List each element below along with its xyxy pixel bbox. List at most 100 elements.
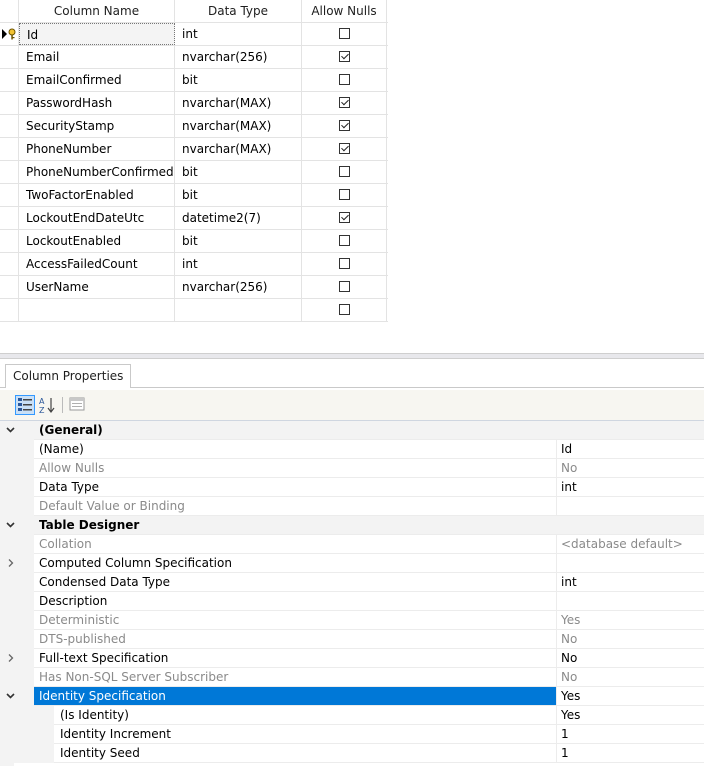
column-name-cell[interactable]: PhoneNumber [19, 138, 175, 160]
property-value[interactable]: 1 [556, 725, 704, 743]
property-row[interactable]: (Name) Id [14, 440, 704, 459]
pane-splitter[interactable] [0, 353, 704, 359]
property-pages-icon[interactable] [68, 395, 88, 415]
property-value[interactable]: 1 [556, 744, 704, 762]
property-row[interactable]: Deterministic Yes [14, 611, 704, 630]
allow-nulls-checkbox[interactable] [338, 212, 350, 223]
property-category[interactable]: (General) [6, 421, 704, 440]
allow-nulls-checkbox[interactable] [338, 304, 350, 315]
property-value[interactable] [556, 497, 704, 515]
categorized-icon[interactable] [15, 395, 35, 415]
row-selector[interactable] [0, 299, 19, 321]
header-data-type[interactable]: Data Type [175, 0, 302, 22]
property-row[interactable]: Default Value or Binding [14, 497, 704, 516]
property-row[interactable]: Identity Specification Yes [6, 687, 704, 706]
row-selector[interactable] [0, 138, 19, 160]
data-type-cell[interactable]: nvarchar(MAX) [175, 138, 302, 160]
data-type-cell[interactable]: bit [175, 184, 302, 206]
table-row[interactable]: PhoneNumber nvarchar(MAX) [0, 138, 388, 161]
allow-nulls-checkbox[interactable] [338, 235, 350, 246]
header-column-name[interactable]: Column Name [19, 0, 175, 22]
row-selector[interactable] [0, 115, 19, 137]
allow-nulls-checkbox[interactable] [338, 189, 350, 200]
tab-column-properties[interactable]: Column Properties [5, 364, 132, 388]
allow-nulls-checkbox[interactable] [338, 166, 350, 177]
table-row[interactable]: LockoutEndDateUtc datetime2(7) [0, 207, 388, 230]
data-type-cell[interactable]: bit [175, 69, 302, 91]
property-value[interactable]: int [556, 573, 704, 591]
data-type-cell[interactable]: nvarchar(MAX) [175, 115, 302, 137]
property-row[interactable]: Allow Nulls No [14, 459, 704, 478]
row-selector[interactable] [0, 46, 19, 68]
allow-nulls-checkbox[interactable] [338, 97, 350, 108]
data-type-cell[interactable]: datetime2(7) [175, 207, 302, 229]
row-selector[interactable] [0, 276, 19, 298]
property-value[interactable] [556, 554, 704, 572]
data-type-cell[interactable]: nvarchar(256) [175, 46, 302, 68]
property-value[interactable]: No [556, 668, 704, 686]
data-type-cell[interactable]: bit [175, 230, 302, 252]
allow-nulls-checkbox[interactable] [338, 143, 350, 154]
chevron-right-icon[interactable] [0, 649, 20, 668]
column-name-cell[interactable]: Id [19, 23, 175, 45]
property-row[interactable]: Data Type int [14, 478, 704, 497]
data-type-cell[interactable]: int [175, 23, 302, 45]
property-value[interactable]: Id [556, 440, 704, 458]
property-row[interactable]: Collation <database default> [14, 535, 704, 554]
data-type-cell[interactable] [175, 299, 302, 321]
column-name-cell[interactable]: PasswordHash [19, 92, 175, 114]
row-selector[interactable] [0, 207, 19, 229]
allow-nulls-checkbox[interactable] [338, 258, 350, 269]
property-row[interactable]: Identity Seed 1 [14, 744, 704, 763]
allow-nulls-checkbox[interactable] [338, 74, 350, 85]
property-row[interactable]: Description [14, 592, 704, 611]
column-name-cell[interactable]: AccessFailedCount [19, 253, 175, 275]
table-row[interactable]: EmailConfirmed bit [0, 69, 388, 92]
row-selector[interactable] [0, 253, 19, 275]
column-name-cell[interactable]: UserName [19, 276, 175, 298]
table-row[interactable]: LockoutEnabled bit [0, 230, 388, 253]
property-row[interactable]: Identity Increment 1 [14, 725, 704, 744]
data-type-cell[interactable]: bit [175, 161, 302, 183]
allow-nulls-checkbox[interactable] [338, 28, 350, 39]
table-row[interactable]: Id int [0, 23, 388, 46]
row-selector[interactable] [0, 92, 19, 114]
allow-nulls-checkbox[interactable] [338, 281, 350, 292]
property-row[interactable]: Computed Column Specification [8, 554, 704, 573]
property-row[interactable]: Condensed Data Type int [14, 573, 704, 592]
row-selector[interactable] [0, 69, 19, 91]
property-row[interactable]: Has Non-SQL Server Subscriber No [14, 668, 704, 687]
column-name-cell[interactable]: TwoFactorEnabled [19, 184, 175, 206]
property-value[interactable]: No [556, 459, 704, 477]
chevron-right-icon[interactable] [0, 554, 20, 573]
column-name-cell[interactable]: LockoutEnabled [19, 230, 175, 252]
chevron-down-icon[interactable] [0, 421, 20, 440]
header-allow-nulls[interactable]: Allow Nulls [302, 0, 387, 22]
table-row[interactable]: SecurityStamp nvarchar(MAX) [0, 115, 388, 138]
property-value[interactable]: No [556, 630, 704, 648]
table-row[interactable]: UserName nvarchar(256) [0, 276, 388, 299]
column-name-cell[interactable]: LockoutEndDateUtc [19, 207, 175, 229]
table-row[interactable] [0, 299, 388, 322]
property-category[interactable]: Table Designer [6, 516, 704, 535]
allow-nulls-checkbox[interactable] [338, 51, 350, 62]
column-name-cell[interactable]: SecurityStamp [19, 115, 175, 137]
column-name-cell[interactable]: PhoneNumberConfirmed [19, 161, 175, 183]
property-value[interactable]: Yes [556, 706, 704, 724]
property-value[interactable]: Yes [556, 687, 704, 705]
alphabetical-icon[interactable]: A Z [38, 395, 58, 415]
table-row[interactable]: PhoneNumberConfirmed bit [0, 161, 388, 184]
property-row[interactable]: DTS-published No [14, 630, 704, 649]
row-selector[interactable] [0, 23, 19, 45]
property-value[interactable] [556, 592, 704, 610]
row-selector[interactable] [0, 230, 19, 252]
column-name-cell[interactable] [19, 299, 175, 321]
allow-nulls-checkbox[interactable] [338, 120, 350, 131]
table-row[interactable]: TwoFactorEnabled bit [0, 184, 388, 207]
data-type-cell[interactable]: int [175, 253, 302, 275]
table-row[interactable]: AccessFailedCount int [0, 253, 388, 276]
table-row[interactable]: Email nvarchar(256) [0, 46, 388, 69]
data-type-cell[interactable]: nvarchar(MAX) [175, 92, 302, 114]
property-value[interactable]: int [556, 478, 704, 496]
column-name-cell[interactable]: Email [19, 46, 175, 68]
